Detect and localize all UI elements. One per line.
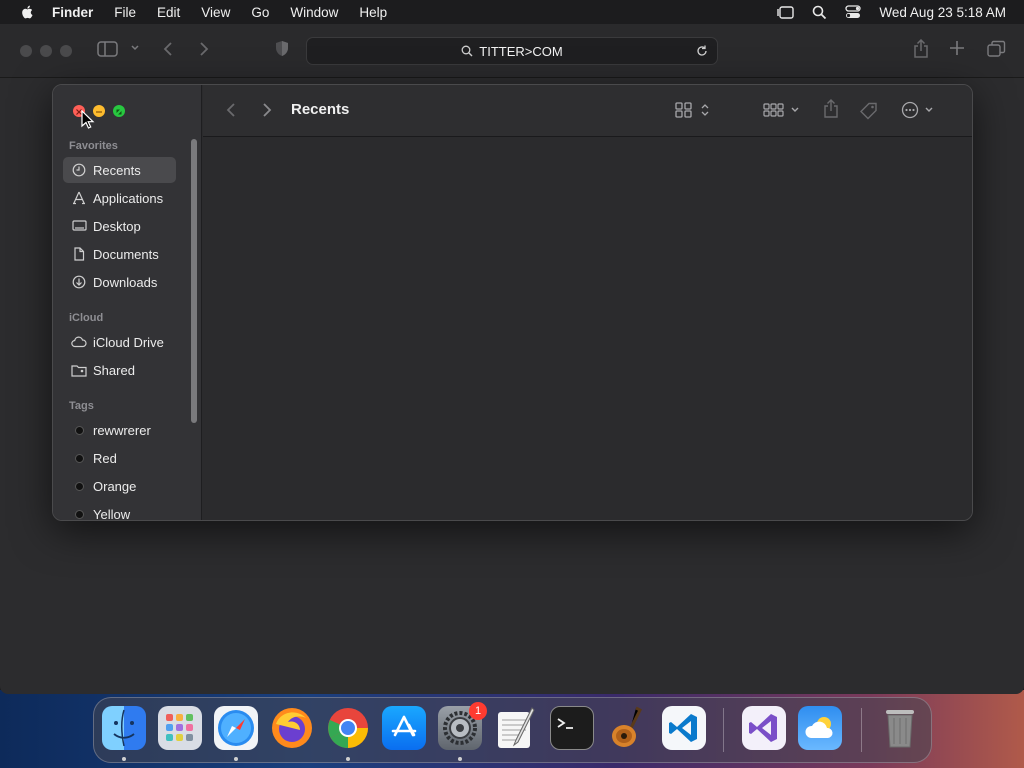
menu-window[interactable]: Window — [290, 5, 338, 20]
sidebar-item-label: Applications — [93, 190, 164, 206]
menu-view[interactable]: View — [201, 5, 230, 20]
dock-terminal-icon[interactable] — [550, 706, 594, 750]
dock-app-store-icon[interactable] — [382, 706, 426, 750]
sidebar-item-label: rewwrerer — [93, 422, 151, 438]
menu-go[interactable]: Go — [251, 5, 269, 20]
spotlight-icon[interactable] — [812, 5, 827, 20]
dock-launchpad-icon[interactable] — [158, 706, 202, 750]
sidebar-item-label: Shared — [93, 362, 135, 378]
sidebar-section-favorites: Favorites — [69, 140, 118, 152]
dock: 1 — [93, 697, 932, 763]
menu-app-name[interactable]: Finder — [52, 5, 93, 20]
dock-visual-studio-icon[interactable] — [742, 706, 786, 750]
dock-textedit-icon[interactable] — [494, 706, 538, 750]
dock-weather-icon[interactable] — [798, 706, 842, 750]
menu-bar: Finder File Edit View Go Window Help Wed… — [0, 0, 1024, 24]
desktop-icon — [71, 218, 87, 234]
sidebar-section-icloud: iCloud — [69, 312, 104, 324]
sidebar-toggle-icon[interactable] — [97, 40, 119, 58]
mouse-cursor-icon — [81, 110, 95, 129]
grid-view-icon[interactable] — [675, 101, 711, 119]
forward-arrow-icon[interactable] — [198, 40, 210, 58]
tab-overview-icon[interactable] — [986, 40, 1006, 58]
address-bar-text: TITTER>COM — [479, 43, 563, 59]
group-by-icon[interactable] — [763, 101, 801, 119]
file-list-area[interactable] — [203, 138, 972, 520]
sidebar-item-label: Documents — [93, 246, 159, 262]
sidebar-tag-item[interactable]: Orange — [63, 473, 176, 499]
zoom-button[interactable] — [113, 105, 125, 117]
privacy-shield-icon[interactable] — [274, 40, 290, 58]
forward-arrow-icon[interactable] — [261, 101, 273, 119]
sidebar-item-documents[interactable]: Documents — [63, 241, 176, 267]
chevron-down-icon[interactable] — [130, 43, 140, 53]
menu-bar-clock[interactable]: Wed Aug 23 5:18 AM — [879, 5, 1006, 20]
address-bar[interactable]: TITTER>COM — [306, 37, 718, 65]
sidebar-tag-item[interactable]: Red — [63, 445, 176, 471]
finder-window: Favorites Recents Applications Desktop D… — [52, 84, 973, 521]
notification-badge: 1 — [469, 702, 487, 720]
applications-icon — [71, 190, 87, 206]
sidebar-item-label: Recents — [93, 162, 141, 178]
download-icon — [71, 274, 87, 290]
tag-icon[interactable] — [859, 101, 879, 121]
safari-toolbar: TITTER>COM — [0, 24, 1024, 78]
menu-edit[interactable]: Edit — [157, 5, 180, 20]
tag-color-dot — [75, 481, 84, 491]
search-icon — [461, 45, 473, 57]
dock-garageband-icon[interactable] — [606, 706, 650, 750]
clock-icon — [71, 162, 87, 178]
menu-help[interactable]: Help — [359, 5, 387, 20]
new-tab-icon[interactable] — [949, 40, 965, 56]
apple-menu-icon[interactable] — [18, 4, 38, 20]
sidebar-item-label: Yellow — [93, 506, 131, 521]
window-title: Recents — [291, 101, 350, 118]
dock-safari-icon[interactable] — [214, 706, 258, 750]
menu-file[interactable]: File — [114, 5, 136, 20]
tag-color-dot — [75, 453, 84, 463]
finder-sidebar: Favorites Recents Applications Desktop D… — [53, 85, 202, 521]
sidebar-item-recents[interactable]: Recents — [63, 157, 176, 183]
back-arrow-icon[interactable] — [162, 40, 174, 58]
finder-toolbar: Recents — [203, 85, 972, 137]
more-actions-icon[interactable] — [901, 101, 937, 119]
sidebar-item-label: Orange — [93, 478, 137, 494]
sidebar-item-icloud-drive[interactable]: iCloud Drive — [63, 329, 176, 355]
share-icon[interactable] — [822, 99, 840, 119]
sidebar-item-downloads[interactable]: Downloads — [63, 269, 176, 295]
sidebar-tag-item[interactable]: rewwrerer — [63, 417, 176, 443]
reload-icon[interactable] — [695, 44, 709, 61]
sidebar-section-tags: Tags — [69, 400, 94, 412]
dock-finder-icon[interactable] — [102, 706, 146, 750]
document-icon — [71, 246, 87, 262]
stage-manager-icon[interactable] — [776, 5, 795, 19]
sidebar-item-label: Red — [93, 450, 117, 466]
share-icon[interactable] — [912, 39, 930, 59]
tag-color-dot — [75, 509, 84, 519]
sidebar-item-label: iCloud Drive — [93, 334, 164, 350]
sidebar-tag-item[interactable]: Yellow — [63, 501, 176, 521]
tag-color-dot — [75, 425, 84, 435]
back-arrow-icon[interactable] — [225, 101, 237, 119]
shared-folder-icon — [71, 362, 87, 378]
sidebar-item-shared[interactable]: Shared — [63, 357, 176, 383]
sidebar-item-label: Desktop — [93, 218, 141, 234]
safari-zoom-button[interactable] — [60, 45, 72, 57]
control-center-icon[interactable] — [845, 5, 862, 19]
dock-firefox-icon[interactable] — [270, 706, 314, 750]
sidebar-scrollbar[interactable] — [191, 139, 197, 423]
safari-minimize-button[interactable] — [40, 45, 52, 57]
cloud-icon — [71, 334, 87, 350]
sidebar-item-label: Downloads — [93, 274, 158, 290]
safari-close-button[interactable] — [20, 45, 32, 57]
dock-trash-icon[interactable] — [878, 706, 922, 750]
dock-vscode-icon[interactable] — [662, 706, 706, 750]
sidebar-item-desktop[interactable]: Desktop — [63, 213, 176, 239]
dock-chrome-icon[interactable] — [326, 706, 370, 750]
sidebar-item-applications[interactable]: Applications — [63, 185, 176, 211]
